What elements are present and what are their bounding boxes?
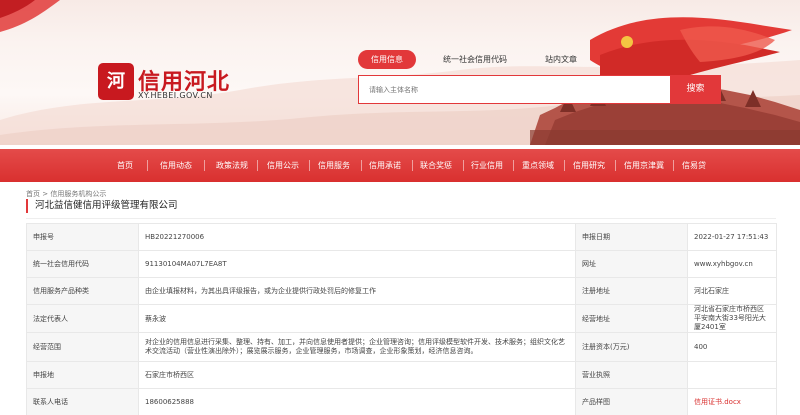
nav-item-credit-publicity[interactable]: 信用公示	[260, 149, 306, 182]
field-label: 注册地址	[575, 277, 688, 305]
field-value: 石家庄市桥西区	[138, 361, 576, 389]
nav-item-credit-services[interactable]: 信用服务	[311, 149, 357, 182]
field-label: 申报地	[26, 361, 139, 389]
field-label: 营业执照	[575, 361, 688, 389]
field-label: 申报号	[26, 223, 139, 251]
breadcrumb: 首页 > 信用服务机构公示	[26, 189, 106, 199]
table-row: 法定代表人 蔡永波 经营地址 河北省石家庄市桥西区平安南大街33号阳光大厦240…	[26, 304, 777, 333]
search-tab-credit-info[interactable]: 信用信息	[358, 50, 416, 69]
nav-item-joint-rewards[interactable]: 联合奖惩	[413, 149, 459, 182]
field-label: 申报日期	[575, 223, 688, 251]
product-sample-link[interactable]: 信用证书.docx	[687, 388, 777, 415]
page-title: 河北益信健信用评级管理有限公司	[26, 199, 178, 213]
search-box	[358, 75, 670, 104]
field-value: 18600625888	[138, 388, 576, 415]
search-input[interactable]	[369, 76, 659, 103]
field-label: 注册资本(万元)	[575, 332, 688, 362]
main-nav: 首页 信用动态 政策法规 信用公示 信用服务 信用承诺 联合奖惩 行业信用 重点…	[0, 149, 800, 182]
nav-separator	[204, 160, 205, 171]
table-row: 联系人电话 18600625888 产品样图 信用证书.docx	[26, 388, 777, 415]
nav-item-credit-loans[interactable]: 信易贷	[674, 149, 714, 182]
site-logo[interactable]: 河	[98, 63, 134, 100]
field-label: 信用服务产品种类	[26, 277, 139, 305]
monument-graphic	[530, 17, 800, 145]
site-domain: XY.HEBEI.GOV.CN	[138, 91, 213, 100]
table-row: 统一社会信用代码 91130104MA07L7EA8T 网址 www.xyhbg…	[26, 250, 777, 278]
field-value: 河北石家庄	[687, 277, 777, 305]
field-value	[687, 361, 777, 389]
breadcrumb-home[interactable]: 首页	[26, 190, 40, 198]
field-label: 经营范围	[26, 332, 139, 362]
field-value: 91130104MA07L7EA8T	[138, 250, 576, 278]
field-label: 联系人电话	[26, 388, 139, 415]
field-value: 河北省石家庄市桥西区平安南大街33号阳光大厦2401室	[687, 304, 777, 333]
table-row: 经营范围 对企业的信用信息进行采集、整理、持有、加工，并向信息使用者提供；企业管…	[26, 332, 777, 362]
nav-item-key-areas[interactable]: 重点领域	[515, 149, 561, 182]
field-value: 由企业填报材料，为其出具评级报告，或为企业提供行政处罚后的修复工作	[138, 277, 576, 305]
site-header: 河 信用河北 XY.HEBEI.GOV.CN 信用信息 统一社会信用代码 站内文…	[0, 0, 800, 145]
field-value: 蔡永波	[138, 304, 576, 333]
nav-separator	[147, 160, 148, 171]
nav-item-home[interactable]: 首页	[110, 149, 140, 182]
field-label: 统一社会信用代码	[26, 250, 139, 278]
nav-item-industry-credit[interactable]: 行业信用	[464, 149, 510, 182]
nav-item-credit-research[interactable]: 信用研究	[566, 149, 612, 182]
breadcrumb-current[interactable]: 信用服务机构公示	[50, 190, 106, 198]
field-value: 对企业的信用信息进行采集、整理、持有、加工，并向信息使用者提供；企业管理咨询；信…	[138, 332, 576, 362]
field-label: 产品样图	[575, 388, 688, 415]
search-tab-credit-code[interactable]: 统一社会信用代码	[433, 50, 517, 69]
field-value: HB20221270006	[138, 223, 576, 251]
table-row: 申报号 HB20221270006 申报日期 2022-01-27 17:51:…	[26, 223, 777, 251]
nav-separator	[513, 160, 514, 171]
table-row: 申报地 石家庄市桥西区 营业执照	[26, 361, 777, 389]
field-value: 400	[687, 332, 777, 362]
field-label: 法定代表人	[26, 304, 139, 333]
nav-separator	[257, 160, 258, 171]
field-value: 2022-01-27 17:51:43	[687, 223, 777, 251]
nav-item-jingjinji[interactable]: 信用京津冀	[616, 149, 672, 182]
title-divider	[26, 218, 776, 219]
field-label: 网址	[575, 250, 688, 278]
search-tab-site-articles[interactable]: 站内文章	[535, 50, 587, 69]
search-button[interactable]: 搜索	[670, 75, 721, 104]
nav-item-credit-commitment[interactable]: 信用承诺	[362, 149, 408, 182]
nav-item-policies[interactable]: 政策法规	[209, 149, 255, 182]
nav-separator	[309, 160, 310, 171]
nav-item-credit-news[interactable]: 信用动态	[153, 149, 199, 182]
field-label: 经营地址	[575, 304, 688, 333]
breadcrumb-separator: >	[42, 190, 49, 198]
detail-table: 申报号 HB20221270006 申报日期 2022-01-27 17:51:…	[26, 223, 777, 415]
field-value: www.xyhbgov.cn	[687, 250, 777, 278]
logo-glyph: 河	[107, 71, 125, 92]
nav-separator	[564, 160, 565, 171]
table-row: 信用服务产品种类 由企业填报材料，为其出具评级报告，或为企业提供行政处罚后的修复…	[26, 277, 777, 305]
